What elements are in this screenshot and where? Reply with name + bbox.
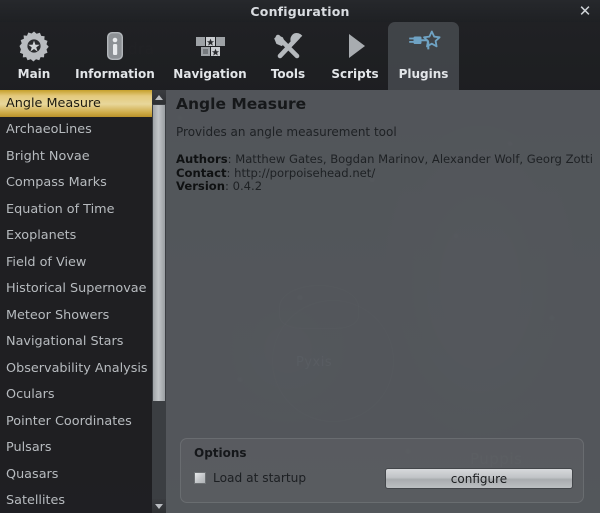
tab-information[interactable]: Information: [70, 22, 160, 90]
list-item[interactable]: Observability Analysis: [0, 355, 152, 382]
info-icon: [98, 26, 132, 66]
close-icon[interactable]: ✕: [576, 2, 594, 20]
list-item[interactable]: Equation of Time: [0, 196, 152, 223]
scroll-up-icon[interactable]: [152, 90, 166, 104]
plugin-metadata: Authors: Matthew Gates, Bogdan Marinov, …: [176, 152, 593, 194]
list-item[interactable]: Oculars: [0, 382, 152, 409]
tab-tools[interactable]: Tools: [258, 22, 318, 90]
list-item[interactable]: Satellites: [0, 488, 152, 513]
list-item[interactable]: Compass Marks: [0, 170, 152, 197]
tab-tools-label: Tools: [270, 67, 306, 81]
authors-row: Authors: Matthew Gates, Bogdan Marinov, …: [176, 152, 593, 167]
options-title: Options: [194, 446, 247, 460]
version-row: Version: 0.4.2: [176, 179, 593, 194]
authors-label: Authors: [176, 152, 228, 166]
contact-row: Contact: http://porpoisehead.net/: [176, 165, 593, 181]
play-icon: [338, 26, 372, 66]
checkbox-box[interactable]: [194, 472, 206, 484]
configuration-window: Pyxis ndra Puppis Configuration ✕ Main: [0, 0, 600, 513]
contact-value[interactable]: : http://porpoisehead.net/: [227, 166, 376, 180]
tab-navigation-label: Navigation: [173, 67, 247, 81]
tab-plugins[interactable]: Plugins: [388, 22, 459, 90]
tab-main-label: Main: [17, 67, 51, 81]
grid-star-icon: [192, 26, 228, 66]
tools-icon: [270, 26, 306, 66]
list-item[interactable]: Pointer Coordinates: [0, 408, 152, 435]
version-label: Version: [176, 179, 226, 194]
list-item[interactable]: Pulsars: [0, 435, 152, 462]
tab-main[interactable]: Main: [4, 22, 64, 90]
contact-label: Contact: [176, 165, 227, 180]
plugin-description: Provides an angle measurement tool: [176, 125, 397, 139]
list-item[interactable]: Historical Supernovae: [0, 276, 152, 303]
scroll-down-icon[interactable]: [152, 499, 166, 513]
gear-icon: [17, 26, 51, 66]
list-item[interactable]: Navigational Stars: [0, 329, 152, 356]
tab-scripts-label: Scripts: [331, 67, 379, 81]
load-at-startup-label: Load at startup: [213, 471, 307, 485]
tab-scripts[interactable]: Scripts: [322, 22, 388, 90]
list-item[interactable]: ArchaeoLines: [0, 117, 152, 144]
list-item[interactable]: Meteor Showers: [0, 302, 152, 329]
plugin-list[interactable]: Angle Measure ArchaeoLines Bright Novae …: [0, 90, 152, 513]
load-at-startup-checkbox[interactable]: Load at startup: [194, 471, 306, 485]
tab-bar: Main Information Navigation Tools Script…: [0, 22, 600, 90]
plugin-list-scrollbar[interactable]: [152, 90, 166, 513]
title-bar: Configuration ✕: [0, 0, 600, 22]
version-value: : 0.4.2: [225, 179, 263, 194]
plug-star-icon: [405, 26, 443, 66]
list-item[interactable]: Bright Novae: [0, 143, 152, 170]
tab-information-label: Information: [75, 67, 155, 81]
page-title: Angle Measure: [176, 95, 307, 113]
list-item[interactable]: Quasars: [0, 461, 152, 488]
window-title: Configuration: [250, 3, 350, 19]
tab-navigation[interactable]: Navigation: [166, 22, 254, 90]
list-item[interactable]: Angle Measure: [0, 90, 152, 117]
options-group: Options Load at startup configure: [180, 438, 584, 503]
configure-button[interactable]: configure: [385, 468, 573, 489]
tab-plugins-label: Plugins: [398, 67, 449, 81]
list-item[interactable]: Exoplanets: [0, 223, 152, 250]
authors-value: : Matthew Gates, Bogdan Marinov, Alexand…: [227, 152, 593, 166]
scrollbar-thumb[interactable]: [153, 105, 165, 401]
plugin-details-panel: Angle Measure Provides an angle measurem…: [166, 90, 600, 513]
list-item[interactable]: Field of View: [0, 249, 152, 276]
